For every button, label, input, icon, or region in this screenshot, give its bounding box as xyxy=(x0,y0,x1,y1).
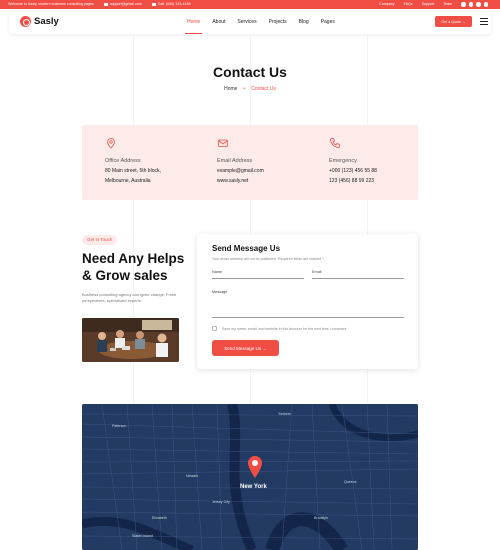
map-place-label: Staten Island xyxy=(132,534,153,538)
facebook-icon[interactable] xyxy=(461,2,466,7)
map-city-label: New York xyxy=(240,484,267,490)
logo-icon xyxy=(20,16,31,27)
map-place-label: Jersey City xyxy=(212,500,230,504)
info-emergency-line[interactable]: +000 (123) 456 55 88 xyxy=(329,168,377,174)
social-links xyxy=(461,2,488,7)
top-link-faqs[interactable]: FAQs xyxy=(404,2,413,6)
name-field[interactable]: Name xyxy=(212,270,304,279)
email-icon xyxy=(218,139,228,147)
map-pin-icon xyxy=(107,138,115,149)
page-title: Contact Us xyxy=(213,64,287,80)
nav-home[interactable]: Home xyxy=(181,10,206,34)
form-subtitle: Your email address will not be published… xyxy=(212,257,324,261)
top-bar-right: Company FAQs Support Team xyxy=(379,2,488,7)
welcome-text: Welcome to Sasly, modern business consul… xyxy=(8,2,94,6)
logo-text: Sasly xyxy=(34,16,59,27)
email-field[interactable]: Email xyxy=(312,270,404,279)
map-place-label: Yonkers xyxy=(278,412,291,416)
contact-form: Send Message Us Your email address will … xyxy=(197,234,418,369)
nav-about[interactable]: About xyxy=(206,10,231,34)
linkedin-icon[interactable] xyxy=(476,2,481,7)
phone-icon xyxy=(330,138,340,148)
top-link-support[interactable]: Support xyxy=(422,2,435,6)
top-phone-text: Call: (000) 123-4189 xyxy=(157,2,191,6)
section-description: Business consulting agency can ignite ch… xyxy=(82,292,177,303)
hamburger-menu-icon[interactable] xyxy=(480,18,488,25)
instagram-icon[interactable] xyxy=(483,2,488,7)
send-message-button[interactable]: Send Message Us → xyxy=(212,340,279,356)
form-title: Send Message Us xyxy=(212,244,281,253)
map-place-label: Queens xyxy=(344,480,357,484)
phone-icon xyxy=(151,2,156,6)
top-bar-left: Welcome to Sasly, modern business consul… xyxy=(8,2,191,6)
info-email: Email Address example@gmail.com www.sasl… xyxy=(194,137,264,184)
info-emergency: Emergency +000 (123) 456 55 88 123 (456)… xyxy=(306,137,377,184)
message-field[interactable]: Message xyxy=(212,290,404,318)
top-link-team[interactable]: Team xyxy=(443,2,452,6)
info-emergency-line[interactable]: 123 (456) 88 99 223 xyxy=(329,178,377,184)
main-header: Sasly Home About Services Projects Blog … xyxy=(9,10,491,34)
twitter-icon[interactable] xyxy=(468,2,473,7)
breadcrumb-separator: • xyxy=(243,86,246,92)
nav-services[interactable]: Services xyxy=(231,10,262,34)
mail-icon xyxy=(103,2,108,6)
top-phone[interactable]: Call: (000) 123-4189 xyxy=(151,2,191,6)
nav-blog[interactable]: Blog xyxy=(293,10,315,34)
map-place-label: Elizabeth xyxy=(152,516,167,520)
get-in-touch-tag: Get In Touch xyxy=(82,235,118,245)
info-office-title: Office Address xyxy=(105,158,141,164)
map-place-label: Newark xyxy=(186,474,199,478)
breadcrumb-current: Contact Us xyxy=(251,86,276,92)
info-emergency-title: Emergency xyxy=(329,158,357,164)
main-nav: Home About Services Projects Blog Pages xyxy=(181,10,341,34)
info-office-line: 80 Main street, 5th block, xyxy=(105,168,161,174)
map-pin-marker-icon[interactable] xyxy=(248,456,262,478)
get-quote-button[interactable]: Get a Quote → xyxy=(435,16,472,27)
team-meeting-photo xyxy=(82,318,179,362)
nav-projects[interactable]: Projects xyxy=(263,10,293,34)
map-place-label: Brooklyn xyxy=(314,516,328,520)
info-office-line: Melbourne, Australia xyxy=(105,178,151,184)
top-email-text: support@gmail.com xyxy=(109,2,142,6)
breadcrumb: Home • Contact Us xyxy=(0,86,500,92)
logo[interactable]: Sasly xyxy=(20,16,59,27)
top-link-company[interactable]: Company xyxy=(379,2,394,6)
contact-info-box: Office Address 80 Main street, 5th block… xyxy=(82,125,418,200)
info-email-line[interactable]: example@gmail.com xyxy=(217,168,264,174)
top-email[interactable]: support@gmail.com xyxy=(103,2,142,6)
top-bar: Welcome to Sasly, modern business consul… xyxy=(0,0,500,9)
team-meeting-illustration xyxy=(82,318,179,362)
info-email-title: Email Address xyxy=(217,158,253,164)
map-place-label: Paterson xyxy=(112,424,127,428)
consent-checkbox[interactable] xyxy=(212,326,217,331)
info-office: Office Address 80 Main street, 5th block… xyxy=(82,137,161,184)
consent-label: Save my name, email, and website in this… xyxy=(222,327,348,331)
breadcrumb-home[interactable]: Home xyxy=(224,86,237,92)
info-email-line[interactable]: www.sasly.net xyxy=(217,178,264,184)
location-map[interactable]: New York Newark Brooklyn Queens Yonkers … xyxy=(82,404,418,550)
section-heading: Need Any Helps & Grow sales xyxy=(82,251,185,283)
nav-pages[interactable]: Pages xyxy=(315,10,341,34)
